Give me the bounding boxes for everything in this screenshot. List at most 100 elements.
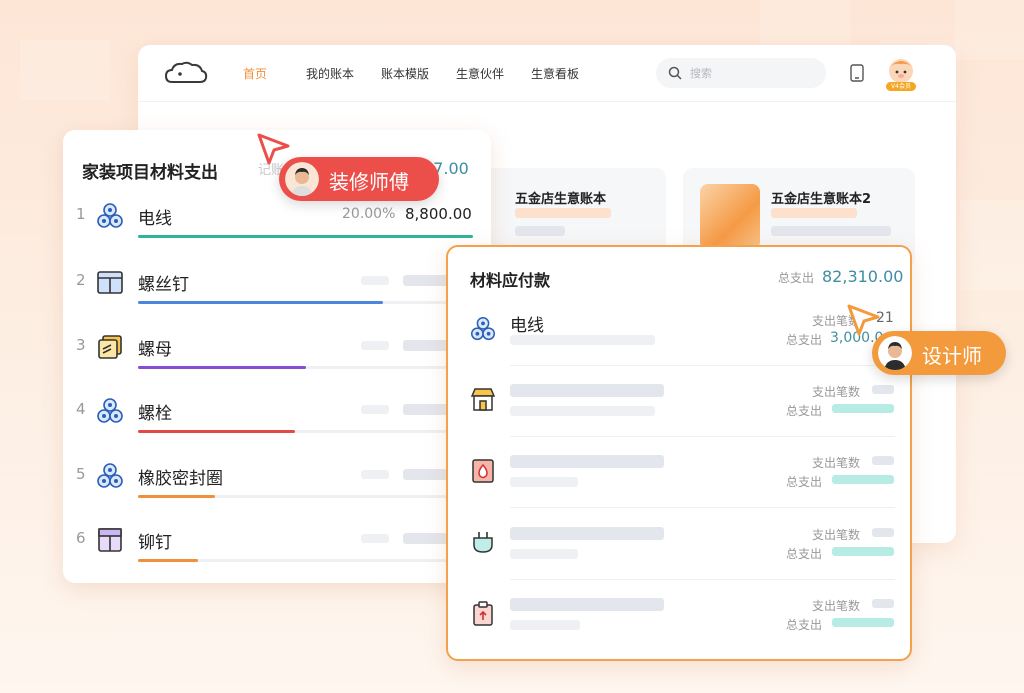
- nav-dashboard[interactable]: 生意看板: [531, 65, 579, 82]
- vip-badge: V4会员: [886, 82, 916, 91]
- mobile-icon[interactable]: [850, 64, 864, 82]
- count-label: 支出笔数: [812, 599, 861, 613]
- count-label: 支出笔数: [812, 385, 861, 399]
- placeholder-bar: [510, 406, 655, 416]
- material-name[interactable]: 橡胶密封圈: [138, 464, 223, 489]
- ledger-cover: [700, 184, 760, 250]
- placeholder-bar: [872, 385, 894, 394]
- placeholder-bar: [832, 404, 894, 413]
- box-icon: [94, 524, 126, 556]
- ledger-name: 五金店生意账本: [515, 192, 607, 207]
- material-name[interactable]: 铆钉: [138, 528, 172, 553]
- decorator-tag: 装修师傅: [279, 157, 439, 201]
- progress-track: [138, 430, 473, 433]
- search-input[interactable]: 搜索: [656, 58, 826, 88]
- sum-label: 总支出: [786, 404, 823, 418]
- placeholder-bar: [510, 549, 578, 559]
- background-tile: [20, 40, 110, 100]
- material-name[interactable]: 电线: [138, 204, 172, 229]
- progress-track: [138, 366, 473, 369]
- drop-icon: [468, 456, 498, 486]
- cursor-icon: [847, 304, 880, 336]
- placeholder-bar: [872, 599, 894, 608]
- top-navbar: 首页 我的账本 账本模版 生意伙伴 生意看板 搜索 V4会员: [138, 45, 956, 102]
- row-percent: 20.00%: [342, 206, 396, 222]
- placeholder-bar: [361, 405, 389, 414]
- sum-label: 总支出: [786, 547, 823, 561]
- placeholder-bar: [872, 456, 894, 465]
- nav-my-ledgers[interactable]: 我的账本: [306, 65, 354, 82]
- nav-ledger-templates[interactable]: 账本模版: [381, 65, 429, 82]
- material-payable-panel: 材料应付款 总支出 82,310.00 电线 支出笔数 总支出 21 3,000.0 支出…: [446, 245, 912, 661]
- divider: [510, 507, 895, 508]
- placeholder-bar: [771, 226, 891, 236]
- progress-fill: [138, 366, 306, 369]
- divider: [510, 365, 895, 366]
- panel-total: 82,310.00: [822, 267, 904, 286]
- material-name[interactable]: 螺母: [138, 335, 172, 360]
- panel-title: 家装项目材料支出: [82, 163, 218, 183]
- progress-track: [138, 495, 473, 498]
- placeholder-bar: [510, 598, 664, 611]
- row-index: 3: [76, 336, 86, 354]
- progress-fill: [138, 559, 199, 562]
- placeholder-bar: [510, 384, 664, 397]
- reel-icon: [94, 200, 126, 232]
- material-name[interactable]: 螺栓: [138, 399, 172, 424]
- placeholder-bar: [515, 226, 565, 236]
- placeholder-bar: [832, 547, 894, 556]
- search-placeholder: 搜索: [690, 67, 712, 80]
- placeholder-bar: [510, 335, 655, 345]
- sum-label: 总支出: [786, 333, 823, 347]
- nav-home[interactable]: 首页: [243, 65, 267, 82]
- notes-icon: [94, 331, 126, 363]
- divider: [510, 436, 895, 437]
- background-tile: [955, 0, 1024, 60]
- tag-label: 装修师傅: [329, 170, 409, 194]
- reel-icon: [94, 460, 126, 492]
- sum-label: 总支出: [786, 475, 823, 489]
- row-index: 4: [76, 400, 86, 418]
- ledger-name: 五金店生意账本2: [771, 192, 872, 207]
- designer-tag: 设计师: [872, 331, 1006, 375]
- row-index: 5: [76, 465, 86, 483]
- clipboard-icon: [468, 599, 498, 629]
- reel-icon: [94, 395, 126, 427]
- placeholder-bar: [361, 534, 389, 543]
- row-amount: 8,800.00: [405, 205, 472, 223]
- row-index: 6: [76, 529, 86, 547]
- placeholder-bar: [510, 620, 580, 630]
- progress-fill: [138, 430, 296, 433]
- placeholder-bar: [832, 618, 894, 627]
- progress-fill: [138, 301, 383, 304]
- placeholder-bar: [872, 528, 894, 537]
- avatar: [878, 336, 912, 370]
- progress-track: [138, 235, 473, 238]
- plug-icon: [468, 528, 498, 558]
- sum-label: 总支出: [786, 618, 823, 632]
- reel-icon: [468, 314, 498, 344]
- progress-track: [138, 559, 473, 562]
- placeholder-bar: [510, 455, 664, 468]
- material-name[interactable]: 电线: [510, 311, 544, 336]
- panel-title: 材料应付款: [470, 271, 551, 290]
- divider: [510, 579, 895, 580]
- count-label: 支出笔数: [812, 528, 861, 542]
- toolbox-icon: [94, 266, 126, 298]
- material-name[interactable]: 螺丝钉: [138, 270, 189, 295]
- total-label: 总支出: [778, 271, 815, 285]
- placeholder-bar: [510, 527, 664, 540]
- background-tile: [960, 200, 1024, 290]
- row-index: 1: [76, 205, 86, 223]
- progress-fill: [138, 495, 216, 498]
- nav-partners[interactable]: 生意伙伴: [456, 65, 504, 82]
- placeholder-bar: [832, 475, 894, 484]
- placeholder-bar: [361, 470, 389, 479]
- tag-label: 设计师: [922, 344, 982, 368]
- row-index: 2: [76, 271, 86, 289]
- placeholder-bar: [510, 477, 578, 487]
- cloud-logo[interactable]: [164, 60, 208, 86]
- placeholder-bar: [361, 341, 389, 350]
- avatar: [285, 162, 319, 196]
- search-icon: [668, 66, 682, 80]
